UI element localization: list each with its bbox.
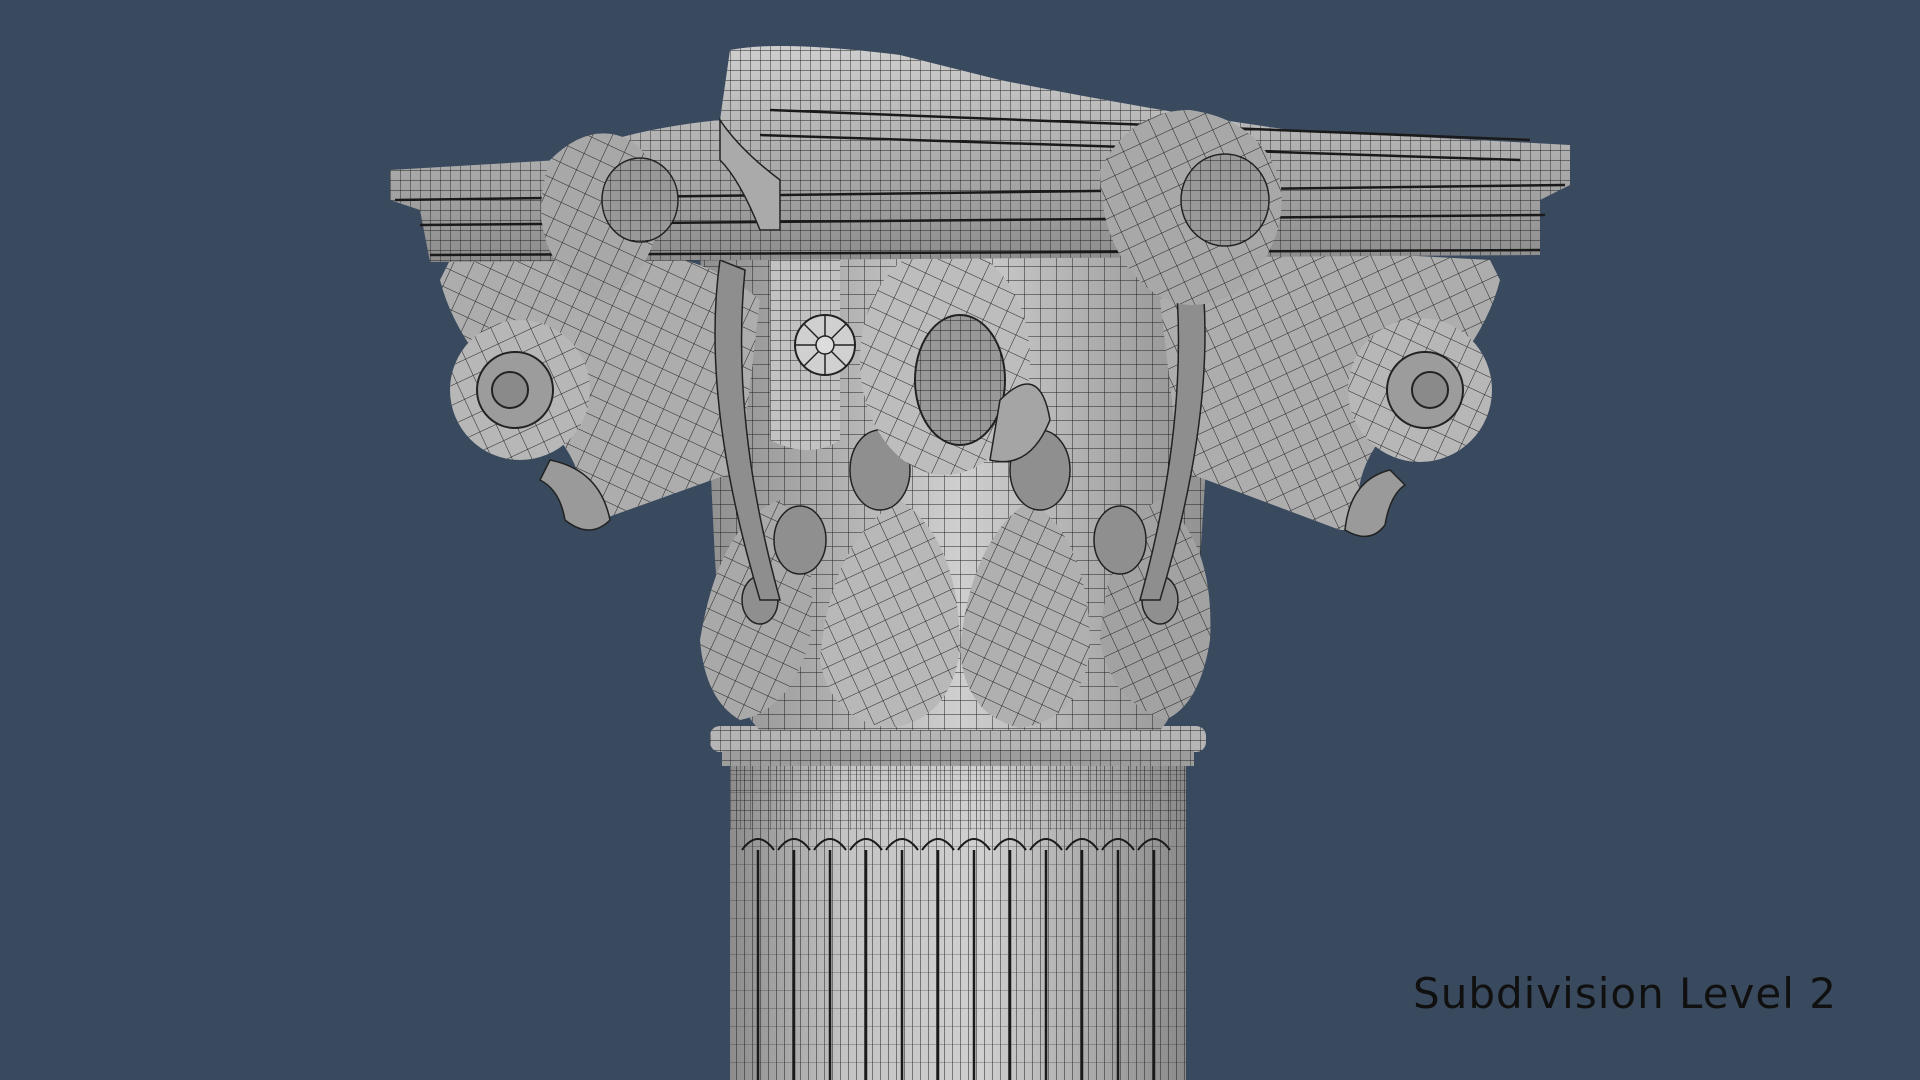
render-viewport: Subdivision Level 2 [0,0,1920,1080]
corinthian-capital-model [390,46,1570,1080]
column-shaft [730,760,1186,1080]
subdivision-level-label: Subdivision Level 2 [1413,969,1837,1018]
astragal-ring [710,726,1206,766]
